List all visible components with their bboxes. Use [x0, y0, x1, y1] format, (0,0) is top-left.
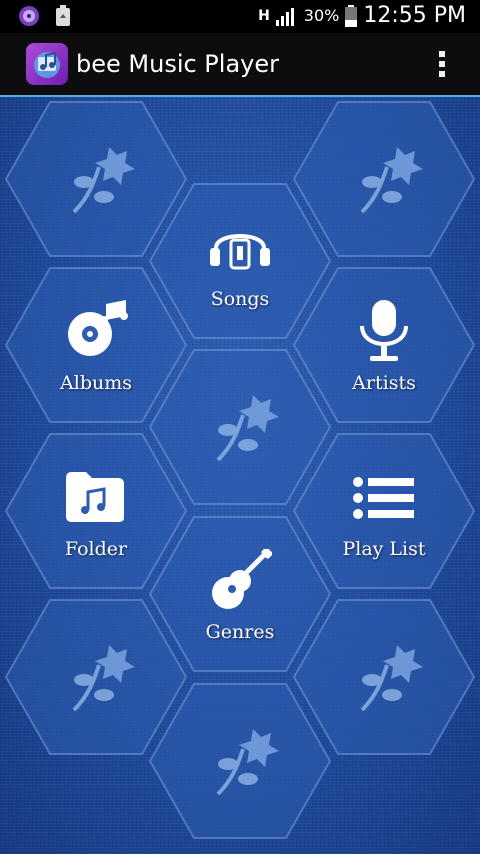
status-bar: H 30% 12:55 PM: [0, 0, 480, 33]
network-type: H: [258, 7, 270, 24]
microphone-icon: [360, 300, 408, 361]
signal-icon: [275, 7, 294, 26]
genres-label: Genres: [205, 621, 275, 643]
app-title: bee Music Player: [76, 50, 279, 78]
artists-label: Artists: [352, 372, 416, 394]
app-logo-icon[interactable]: [26, 43, 68, 85]
overflow-menu-icon[interactable]: [436, 51, 448, 79]
disc-icon: [68, 300, 128, 356]
app-bar: bee Music Player: [0, 33, 480, 97]
battery-icon: [345, 4, 358, 27]
music-notification-icon: [19, 6, 39, 26]
list-icon: [353, 477, 414, 519]
headphones-icon: [210, 234, 270, 270]
artists-tile[interactable]: Artists: [292, 266, 476, 424]
genres-tile[interactable]: Genres: [148, 515, 332, 673]
decorative-hex: [148, 682, 332, 840]
albums-tile[interactable]: Albums: [4, 266, 188, 424]
clock: 12:55 PM: [363, 3, 466, 28]
albums-label: Albums: [60, 372, 132, 394]
guitar-icon: [212, 549, 272, 609]
battery-percent: 30%: [303, 6, 340, 25]
recycle-icon: [56, 5, 70, 26]
folder-icon: [66, 472, 124, 522]
